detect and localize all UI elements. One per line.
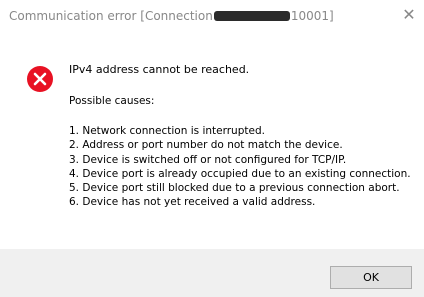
window-title-prefix: Communication error [Connection xyxy=(9,9,213,23)
error-icon xyxy=(27,66,53,92)
cause-item: 4. Device port is already occupied due t… xyxy=(69,167,411,180)
redacted-address xyxy=(213,11,290,21)
cause-item: 2. Address or port number do not match t… xyxy=(69,139,343,152)
close-icon: ✕ xyxy=(402,5,416,24)
cause-item: 1. Network connection is interrupted. xyxy=(69,125,265,137)
title-bar: Communication error [Connection 10001] ✕ xyxy=(0,0,424,34)
cause-item: 6. Device has not yet received a valid a… xyxy=(69,196,316,209)
cause-item: 3. Device is switched off or not configu… xyxy=(69,153,347,166)
ok-button[interactable]: OK xyxy=(330,266,412,289)
window-title: Communication error [Connection 10001] xyxy=(9,9,334,23)
message-heading: IPv4 address cannot be reached. xyxy=(69,63,250,76)
dialog-footer: OK xyxy=(0,249,424,297)
close-button[interactable]: ✕ xyxy=(394,0,424,30)
dialog-content: IPv4 address cannot be reached. Possible… xyxy=(0,34,424,249)
window-title-suffix: 10001] xyxy=(290,9,334,23)
causes-list: 1. Network connection is interrupted. 2.… xyxy=(69,124,411,210)
cause-item: 5. Device port still blocked due to a pr… xyxy=(69,182,400,195)
causes-label: Possible causes: xyxy=(69,95,155,107)
message-body: IPv4 address cannot be reached. Possible… xyxy=(69,63,411,210)
